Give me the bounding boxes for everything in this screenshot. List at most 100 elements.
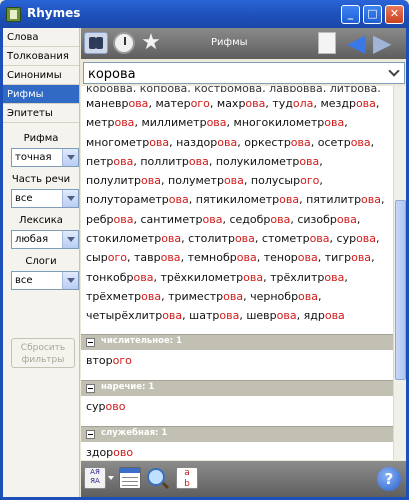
rhyme-word-list: маневрова, матерого, махрова, тудола, ме… [86, 97, 385, 323]
rhyme-word[interactable]: триместрова [168, 290, 243, 303]
rhyme-word[interactable]: махрова [217, 97, 266, 110]
maximize-button[interactable]: □ [363, 5, 382, 24]
rhyme-word[interactable]: тудола [272, 97, 313, 110]
lexicon-filter-select[interactable]: любая [11, 230, 79, 249]
app-icon [6, 7, 21, 22]
rhyme-word[interactable]: наздорова [176, 136, 237, 149]
rhyme-word[interactable]: тигрова [325, 251, 371, 264]
list-item[interactable]: здорово [81, 442, 393, 460]
zoom-icon[interactable] [147, 468, 165, 486]
list-item[interactable]: второго [81, 350, 393, 372]
rhyme-word[interactable]: пятикилометрова [196, 193, 299, 206]
sidebar: Слова Толкования Синонимы Рифмы Эпитеты … [3, 28, 80, 497]
rhyme-word[interactable]: стокилометрова [86, 232, 181, 245]
search-box[interactable] [83, 62, 405, 85]
scrollbar-thumb[interactable] [395, 200, 406, 380]
search-input[interactable] [84, 64, 374, 85]
rhyme-word[interactable]: четырёхлитрова [86, 309, 182, 322]
rhyme-word[interactable]: черноброва [250, 290, 318, 303]
section-header-function-word[interactable]: служебная: 1 [81, 425, 393, 442]
clipped-row: коровва, копрова, костромова, лавровва, … [81, 86, 393, 92]
forward-arrow-icon[interactable]: ▶ [373, 31, 397, 55]
chevron-down-icon[interactable] [62, 149, 78, 166]
collapse-icon[interactable] [86, 337, 95, 347]
rhyme-word[interactable]: ядрова [304, 309, 345, 322]
sidebar-item-epithets[interactable]: Эпитеты [3, 104, 79, 123]
binoculars-icon[interactable] [84, 32, 108, 54]
rhyme-word[interactable]: трёхкилометрова [160, 271, 263, 284]
rhyme-word[interactable]: темноброва [188, 251, 257, 264]
pos-filter-label: Часть речи [11, 174, 71, 185]
rhyme-word[interactable]: маневрова [86, 97, 148, 110]
sidebar-item-rhymes[interactable]: Рифмы [3, 85, 79, 104]
pos-filter-select[interactable]: все [11, 189, 79, 208]
syllables-filter-value: все [15, 275, 33, 286]
help-icon[interactable]: ? [377, 467, 401, 491]
chevron-down-icon[interactable] [62, 231, 78, 248]
rhyme-word[interactable]: сурова [337, 232, 377, 245]
rhyme-word[interactable]: сырого [86, 251, 127, 264]
rhyme-word[interactable]: полуметрова [168, 174, 244, 187]
rhyme-word[interactable]: седоброва [229, 213, 290, 226]
rhyme-word[interactable]: сантиметрова [141, 213, 223, 226]
rhyme-word[interactable]: реброва [86, 213, 134, 226]
rhyme-word[interactable]: тенорова [264, 251, 318, 264]
sidebar-item-definitions[interactable]: Толкования [3, 47, 79, 66]
rhyme-word[interactable]: поллитрова [140, 155, 209, 168]
rhyme-word[interactable]: сизоброва [297, 213, 357, 226]
section-header-adverb[interactable]: наречие: 1 [81, 379, 393, 396]
sort-alphabet-icon[interactable]: АЯ ЯА [84, 467, 106, 489]
rhyme-word[interactable]: полусырого [251, 174, 319, 187]
lexicon-filter-value: любая [15, 234, 49, 245]
pos-filter-value: все [15, 193, 33, 204]
results-panel: коровва, копрова, костромова, лавровва, … [81, 86, 393, 460]
collapse-icon[interactable] [86, 383, 95, 393]
page-title: Рифмы [211, 37, 248, 48]
chevron-down-icon[interactable] [62, 272, 78, 289]
rhyme-word[interactable]: петрова [86, 155, 133, 168]
rhyme-word[interactable]: таврова [134, 251, 181, 264]
list-item[interactable]: сурово [81, 396, 393, 418]
chevron-down-icon[interactable] [385, 64, 403, 82]
syllables-filter-select[interactable]: все [11, 271, 79, 290]
sidebar-item-synonyms[interactable]: Синонимы [3, 66, 79, 85]
title-bar: Rhymes _ □ ✕ [0, 0, 409, 28]
rhyme-word[interactable]: стометрова [262, 232, 330, 245]
chevron-down-icon[interactable] [108, 476, 114, 480]
table-view-icon[interactable] [119, 467, 141, 489]
spelling-icon[interactable]: a b [176, 467, 198, 489]
close-button[interactable]: ✕ [385, 5, 404, 24]
rhyme-filter-select[interactable]: точная [11, 148, 79, 167]
rhyme-word[interactable]: столитрова [188, 232, 255, 245]
vertical-scrollbar[interactable] [393, 86, 406, 460]
history-clock-icon[interactable] [113, 32, 135, 54]
chevron-down-icon[interactable] [62, 190, 78, 207]
rhyme-word[interactable]: мездрова [320, 97, 375, 110]
collapse-icon[interactable] [86, 429, 95, 439]
back-arrow-icon[interactable]: ◀ [347, 31, 371, 55]
rhyme-word[interactable]: шатрова [189, 309, 239, 322]
rhyme-word[interactable]: трёхметрова [86, 290, 161, 303]
rhyme-word[interactable]: метрова [86, 116, 134, 129]
rhyme-word[interactable]: полулитрова [86, 174, 161, 187]
rhyme-word[interactable]: пятилитрова [306, 193, 381, 206]
rhyme-word[interactable]: полутораметрова [86, 193, 189, 206]
rhyme-word[interactable]: шеврова [246, 309, 296, 322]
section-header-numeral[interactable]: числительное: 1 [81, 333, 393, 350]
sidebar-item-words[interactable]: Слова [3, 28, 79, 47]
section-header-label: наречие: 1 [101, 381, 155, 392]
rhyme-word[interactable]: трёхлитрова [270, 271, 344, 284]
rhyme-word[interactable]: миллиметрова [141, 116, 226, 129]
rhyme-word[interactable]: осетрова [318, 136, 371, 149]
document-icon[interactable] [318, 32, 336, 54]
rhyme-word[interactable]: оркестрова [244, 136, 311, 149]
favorites-star-icon[interactable]: ★ [139, 32, 163, 54]
rhyme-word[interactable]: многометрова [86, 136, 169, 149]
rhyme-word[interactable]: тонкоброва [86, 271, 153, 284]
rhyme-word[interactable]: матерого [155, 97, 209, 110]
rhyme-filter-value: точная [15, 152, 52, 163]
reset-filters-button[interactable]: Сбросить фильтры [11, 338, 75, 368]
minimize-button[interactable]: _ [341, 5, 360, 24]
rhyme-word[interactable]: многокилометрова [234, 116, 345, 129]
rhyme-word[interactable]: полукилометрова [216, 155, 319, 168]
